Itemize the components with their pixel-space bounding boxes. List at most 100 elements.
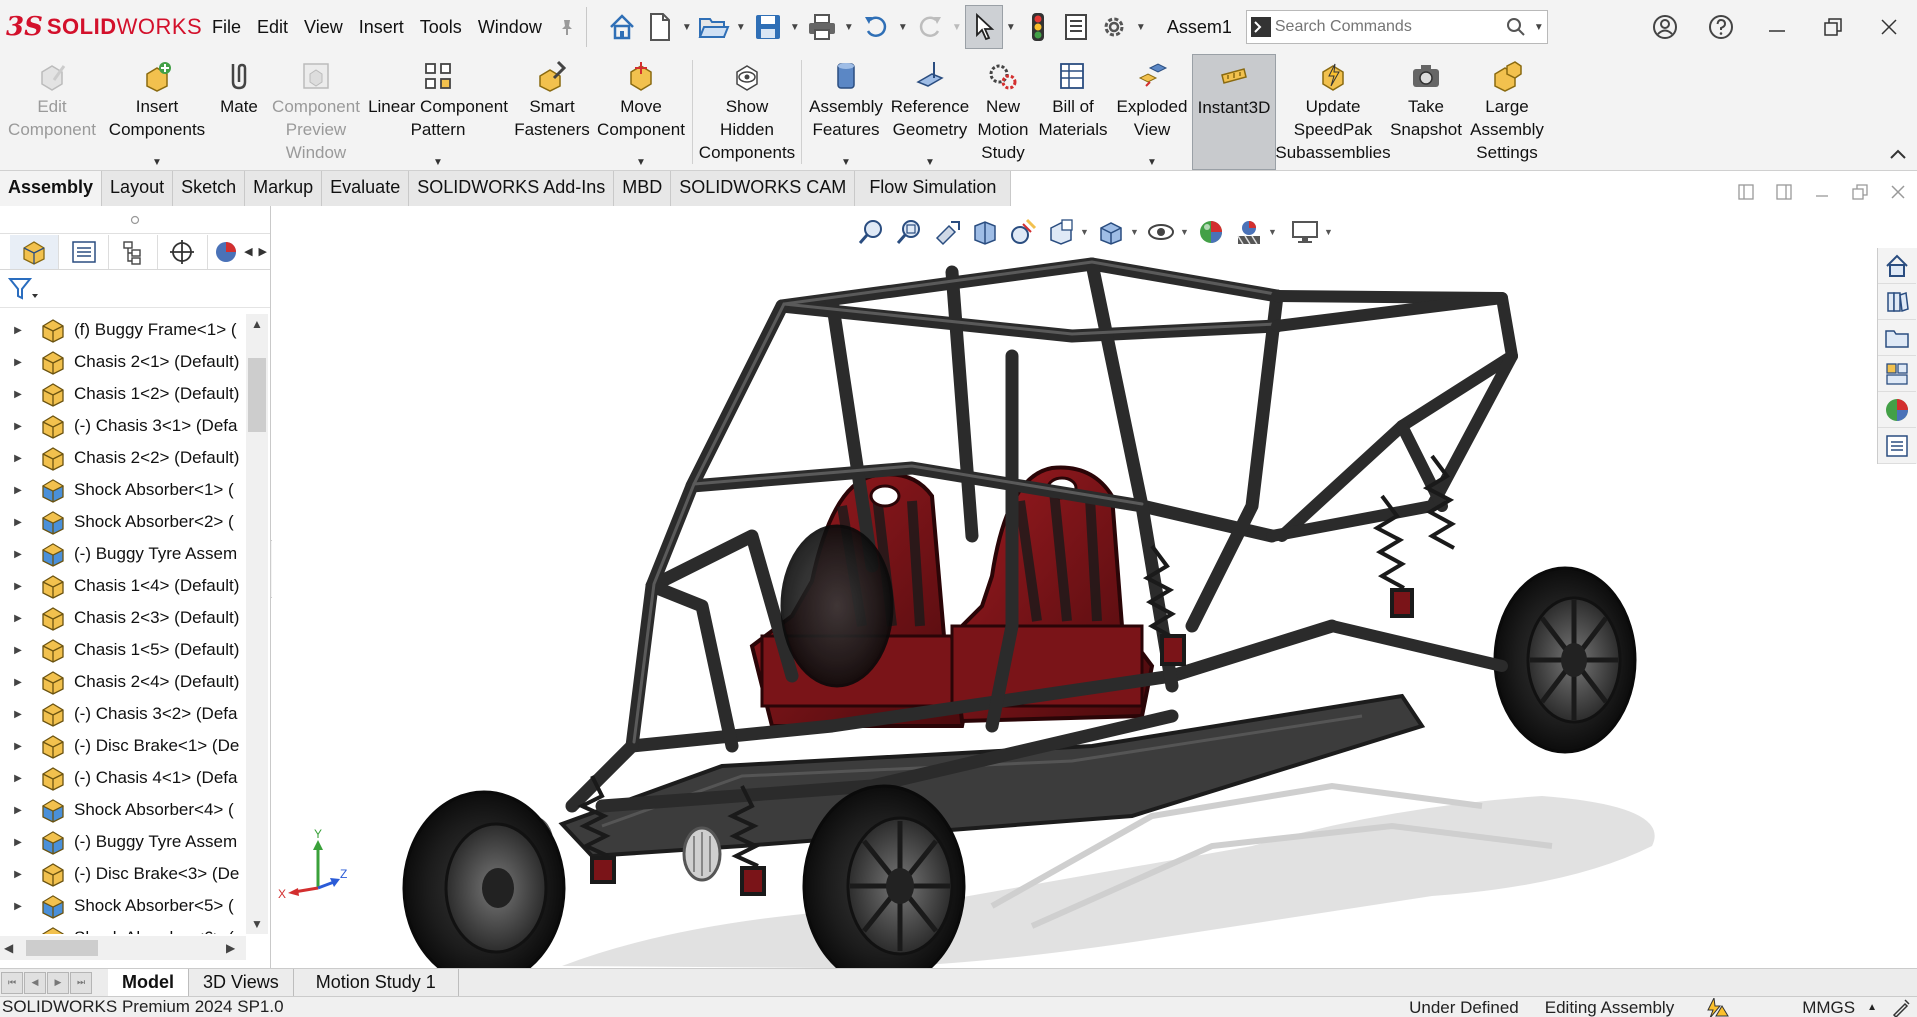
rear-right-wheel[interactable] — [1493, 566, 1637, 754]
tree-item[interactable]: ▶ (-) Chasis 4<1> (Defa — [0, 762, 246, 794]
tab-motion-study-1[interactable]: Motion Study 1 — [294, 968, 459, 997]
tree-item[interactable]: ▶ (-) Disc Brake<3> (De — [0, 858, 246, 890]
expand-arrow-icon[interactable]: ▶ — [0, 421, 36, 432]
instant3d-button[interactable]: Instant3D — [1192, 54, 1276, 170]
insert-components-button[interactable]: Insert Components ▼ — [104, 54, 210, 170]
tree-item[interactable]: ▶ Shock Absorber<4> ( — [0, 794, 246, 826]
display-manager-tab[interactable] — [208, 235, 242, 269]
file-properties-button[interactable] — [1057, 5, 1095, 49]
expand-arrow-icon[interactable]: ▶ — [0, 869, 36, 880]
solidworks-resources-tab[interactable] — [1878, 248, 1916, 284]
mate-button[interactable]: Mate — [210, 54, 268, 170]
rebuild-button[interactable] — [1019, 5, 1057, 49]
rebuild-warning-icon[interactable] — [1704, 997, 1732, 1017]
expand-arrow-icon[interactable]: ▶ — [0, 805, 36, 816]
open-dropdown[interactable]: ▼ — [733, 5, 749, 49]
expand-arrow-icon[interactable]: ▶ — [0, 933, 36, 935]
dimxpert-manager-tab[interactable] — [158, 234, 208, 269]
tree-item[interactable]: ▶ Chasis 2<2> (Default) — [0, 442, 246, 474]
exploded-view-dropdown[interactable]: ▼ — [1147, 157, 1157, 168]
front-left-wheel[interactable] — [402, 790, 566, 968]
tab-3d-views[interactable]: 3D Views — [189, 968, 294, 997]
expand-arrow-icon[interactable]: ▶ — [0, 389, 36, 400]
tree-item[interactable]: ▶ Shock Absorber<5> ( — [0, 890, 246, 922]
collapse-ribbon-button[interactable] — [1887, 144, 1909, 164]
property-manager-tab[interactable] — [59, 234, 109, 269]
expand-arrow-icon[interactable]: ▶ — [0, 517, 36, 528]
smart-fasteners-button[interactable]: Smart Fasteners — [512, 54, 592, 170]
tree-item[interactable]: ▶ (-) Buggy Tyre Assem — [0, 826, 246, 858]
expand-arrow-icon[interactable]: ▶ — [0, 645, 36, 656]
scroll-left-arrow[interactable]: ◀ — [241, 245, 255, 258]
file-explorer-tab[interactable] — [1878, 320, 1916, 356]
tree-item[interactable]: ▶ Chasis 2<3> (Default) — [0, 602, 246, 634]
welcome-home-button[interactable] — [603, 5, 641, 49]
close-button[interactable] — [1861, 0, 1917, 54]
last-tab-arrow[interactable]: ⏭ — [70, 971, 92, 994]
tree-item[interactable]: ▶ (-) Chasis 3<1> (Defa — [0, 410, 246, 442]
tree-horizontal-scrollbar[interactable]: ◀ ▶ — [0, 936, 246, 960]
select-dropdown[interactable]: ▼ — [1003, 5, 1019, 49]
linear-component-pattern-button[interactable]: Linear Component Pattern ▼ — [364, 54, 512, 170]
print-button[interactable] — [803, 5, 841, 49]
configuration-manager-tab[interactable] — [109, 234, 159, 269]
tree-item[interactable]: ▶ Chasis 1<5> (Default) — [0, 634, 246, 666]
new-document-dropdown[interactable]: ▼ — [679, 5, 695, 49]
vertical-scroll-thumb[interactable] — [248, 358, 266, 432]
tab-model[interactable]: Model — [108, 968, 189, 997]
bill-of-materials-button[interactable]: Bill of Materials — [1034, 54, 1112, 170]
tab-solidworks-cam[interactable]: SOLIDWORKS CAM — [671, 171, 856, 206]
open-button[interactable] — [695, 5, 733, 49]
expand-arrow-icon[interactable]: ▶ — [0, 901, 36, 912]
tab-flow-simulation[interactable]: Flow Simulation — [855, 171, 1012, 206]
customize-status-icon[interactable] — [1891, 998, 1911, 1017]
prev-tab-arrow[interactable]: ◀ — [24, 971, 46, 994]
expand-arrow-icon[interactable]: ▶ — [0, 709, 36, 720]
large-assembly-settings-button[interactable]: Large Assembly Settings — [1462, 54, 1552, 170]
rear-suspension[interactable] — [1372, 454, 1457, 618]
expand-arrow-icon[interactable]: ▶ — [0, 453, 36, 464]
appearances-tab[interactable] — [1878, 392, 1916, 428]
tree-item[interactable]: ▶ Shock Absorber<2> ( — [0, 506, 246, 538]
expand-arrow-icon[interactable]: ▶ — [0, 357, 36, 368]
menu-view[interactable]: View — [296, 0, 351, 54]
view-palette-tab[interactable] — [1878, 356, 1916, 392]
expand-arrow-icon[interactable]: ▶ — [0, 773, 36, 784]
unit-system-dropdown[interactable]: ▲ — [1867, 1002, 1877, 1013]
tree-item[interactable]: ▶ Chasis 1<4> (Default) — [0, 570, 246, 602]
tree-filter[interactable] — [0, 270, 270, 308]
buggy-assembly-model[interactable] — [272, 206, 1917, 968]
help-button[interactable] — [1693, 0, 1749, 54]
custom-properties-tab[interactable] — [1878, 428, 1916, 464]
tile-left-button[interactable] — [1727, 176, 1765, 208]
tab-evaluate[interactable]: Evaluate — [322, 171, 410, 206]
menu-window[interactable]: Window — [470, 0, 550, 54]
linear-pattern-dropdown[interactable]: ▼ — [433, 157, 443, 168]
scroll-right-arrow[interactable]: ▶ — [226, 941, 235, 955]
first-tab-arrow[interactable]: ⏮ — [1, 971, 23, 994]
options-button[interactable] — [1095, 5, 1133, 49]
move-component-button[interactable]: Move Component ▼ — [592, 54, 690, 170]
update-speedpak-button[interactable]: Update SpeedPak Subassemblies — [1275, 54, 1391, 170]
menu-tools[interactable]: Tools — [412, 0, 470, 54]
undo-button[interactable] — [857, 5, 895, 49]
minimize-button[interactable] — [1749, 0, 1805, 54]
tree-item[interactable]: ▶ (-) Disc Brake<1> (De — [0, 730, 246, 762]
reference-geometry-button[interactable]: Reference Geometry ▼ — [888, 54, 972, 170]
expand-arrow-icon[interactable]: ▶ — [0, 485, 36, 496]
expand-arrow-icon[interactable]: ▶ — [0, 837, 36, 848]
tab-assembly[interactable]: Assembly — [0, 171, 103, 206]
graphics-area[interactable]: ▼ ▼ ▼ ▼ ▼ Y X Z — [272, 206, 1917, 968]
front-right-wheel[interactable] — [802, 784, 966, 968]
tree-item[interactable]: ▶ Shock Absorber<6> ( — [0, 922, 246, 934]
tab-layout[interactable]: Layout — [102, 171, 174, 206]
manager-tabs-scroll[interactable]: ◀ ▶ — [241, 245, 270, 258]
tree-item[interactable]: ▶ (f) Buggy Frame<1> ( — [0, 314, 246, 346]
scroll-down-arrow[interactable]: ▼ — [246, 914, 268, 934]
account-button[interactable] — [1637, 0, 1693, 54]
search-commands[interactable]: ▼ — [1245, 10, 1548, 44]
select-button[interactable] — [964, 5, 1003, 49]
scroll-right-arrow[interactable]: ▶ — [256, 245, 270, 258]
menu-file[interactable]: File — [204, 0, 249, 54]
rear-left-wheel[interactable] — [780, 524, 894, 688]
